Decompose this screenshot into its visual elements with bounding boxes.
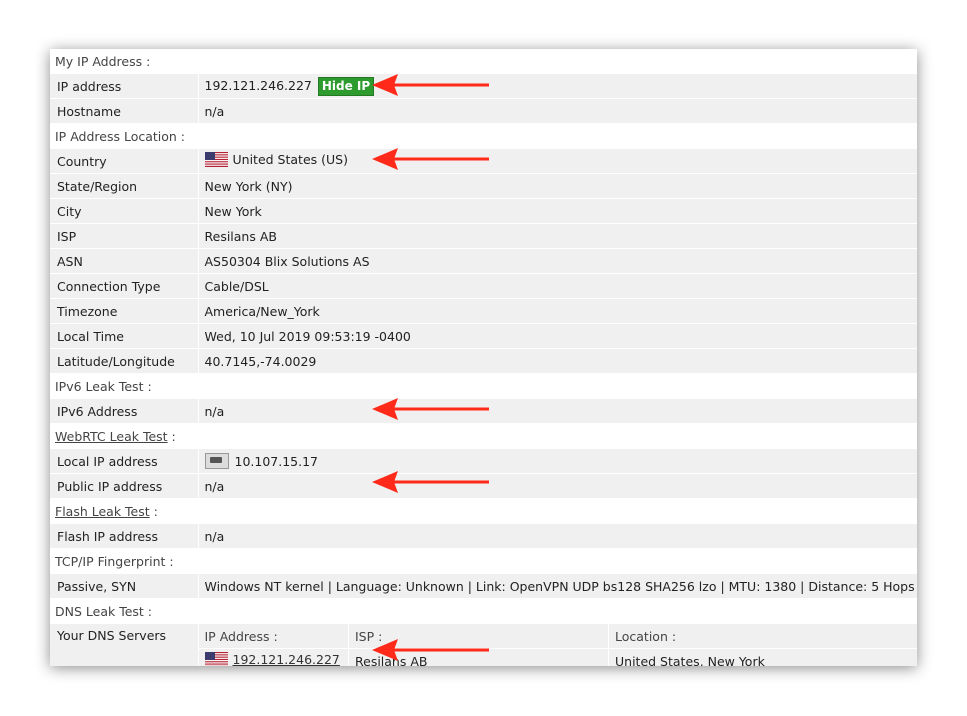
dns-location-value: United States, New York xyxy=(608,648,917,666)
isp-label: ISP xyxy=(50,223,198,249)
ip-address-label: IP address xyxy=(50,73,198,99)
lat-lon-label: Latitude/Longitude xyxy=(50,348,198,374)
local-ip-label: Local IP address xyxy=(50,448,198,474)
dns-servers-label: Your DNS Servers xyxy=(50,623,198,666)
dns-col-location: Location : xyxy=(608,624,917,649)
row-lat-lon: Latitude/Longitude 40.7145,-74.0029 xyxy=(50,348,917,374)
asn-label: ASN xyxy=(50,248,198,274)
section-heading-tcpip: TCP/IP Fingerprint : xyxy=(50,548,917,574)
row-local-time: Local Time Wed, 10 Jul 2019 09:53:19 -04… xyxy=(50,323,917,349)
dns-col-ip: IP Address : xyxy=(199,624,349,649)
section-heading-dns: DNS Leak Test : xyxy=(50,598,917,624)
state-value: New York (NY) xyxy=(197,173,917,199)
local-time-value: Wed, 10 Jul 2019 09:53:19 -0400 xyxy=(197,323,917,349)
public-ip-label: Public IP address xyxy=(50,473,198,499)
network-adapter-icon xyxy=(204,453,229,469)
row-isp: ISP Resilans AB xyxy=(50,223,917,249)
public-ip-value: n/a xyxy=(197,473,917,499)
asn-value: AS50304 Blix Solutions AS xyxy=(197,248,917,274)
flash-ip-value: n/a xyxy=(197,523,917,549)
city-value: New York xyxy=(197,198,917,224)
annotation-arrow-icon xyxy=(372,639,489,661)
dns-ip-link[interactable]: 192.121.246.227 xyxy=(233,652,340,666)
annotation-arrow-icon xyxy=(372,471,489,493)
connection-type-label: Connection Type xyxy=(50,273,198,299)
ipv6-label: IPv6 Address xyxy=(50,398,198,424)
row-hostname: Hostname n/a xyxy=(50,98,917,124)
local-time-label: Local Time xyxy=(50,323,198,349)
flash-leak-test-link[interactable]: Flash Leak Test xyxy=(55,504,150,519)
country-label: Country xyxy=(50,148,198,174)
lat-lon-value: 40.7145,-74.0029 xyxy=(197,348,917,374)
timezone-label: Timezone xyxy=(50,298,198,324)
row-flash-ip: Flash IP address n/a xyxy=(50,523,917,549)
local-ip-value: 10.107.15.17 xyxy=(234,454,319,469)
row-asn: ASN AS50304 Blix Solutions AS xyxy=(50,248,917,274)
row-passive-syn: Passive, SYN Windows NT kernel | Languag… xyxy=(50,573,917,599)
flash-ip-label: Flash IP address xyxy=(50,523,198,549)
ipv6-leak-test-heading: IPv6 Leak Test xyxy=(55,378,144,394)
ip-info-table: My IP Address : IP address 192.121.246.2… xyxy=(50,49,917,666)
us-flag-icon xyxy=(204,152,228,170)
ip-info-panel: My IP Address : IP address 192.121.246.2… xyxy=(50,49,917,666)
row-connection-type: Connection Type Cable/DSL xyxy=(50,273,917,299)
isp-value: Resilans AB xyxy=(197,223,917,249)
row-city: City New York xyxy=(50,198,917,224)
ipv6-value: n/a xyxy=(197,398,917,424)
connection-type-value: Cable/DSL xyxy=(197,273,917,299)
passive-syn-value: Windows NT kernel | Language: Unknown | … xyxy=(197,573,917,599)
timezone-value: America/New_York xyxy=(197,298,917,324)
dns-table-row: 192.121.246.227 Resilans AB United State… xyxy=(199,648,917,666)
section-webrtc: WebRTC Leak Test : xyxy=(50,423,917,449)
hide-ip-button[interactable]: Hide IP xyxy=(317,76,375,96)
annotation-arrow-icon xyxy=(372,74,489,96)
section-flash: Flash Leak Test : xyxy=(50,498,917,524)
section-dns: DNS Leak Test : xyxy=(50,598,917,624)
section-tcpip: TCP/IP Fingerprint : xyxy=(50,548,917,574)
ip-address-value: 192.121.246.227 xyxy=(204,77,312,93)
annotation-arrow-icon xyxy=(372,148,489,170)
webrtc-leak-test-link[interactable]: WebRTC Leak Test xyxy=(55,429,168,444)
country-value: United States (US) xyxy=(232,152,348,167)
dns-table-header: IP Address : ISP : Location : xyxy=(199,624,917,649)
city-label: City xyxy=(50,198,198,224)
annotation-arrow-icon xyxy=(372,398,489,420)
passive-syn-label: Passive, SYN xyxy=(50,573,198,599)
us-flag-icon xyxy=(204,652,228,666)
state-label: State/Region xyxy=(50,173,198,199)
hostname-value: n/a xyxy=(197,98,917,124)
row-timezone: Timezone America/New_York xyxy=(50,298,917,324)
hostname-label: Hostname xyxy=(50,98,198,124)
row-state: State/Region New York (NY) xyxy=(50,173,917,199)
dns-table: IP Address : ISP : Location : 192.121.24… xyxy=(199,624,917,666)
